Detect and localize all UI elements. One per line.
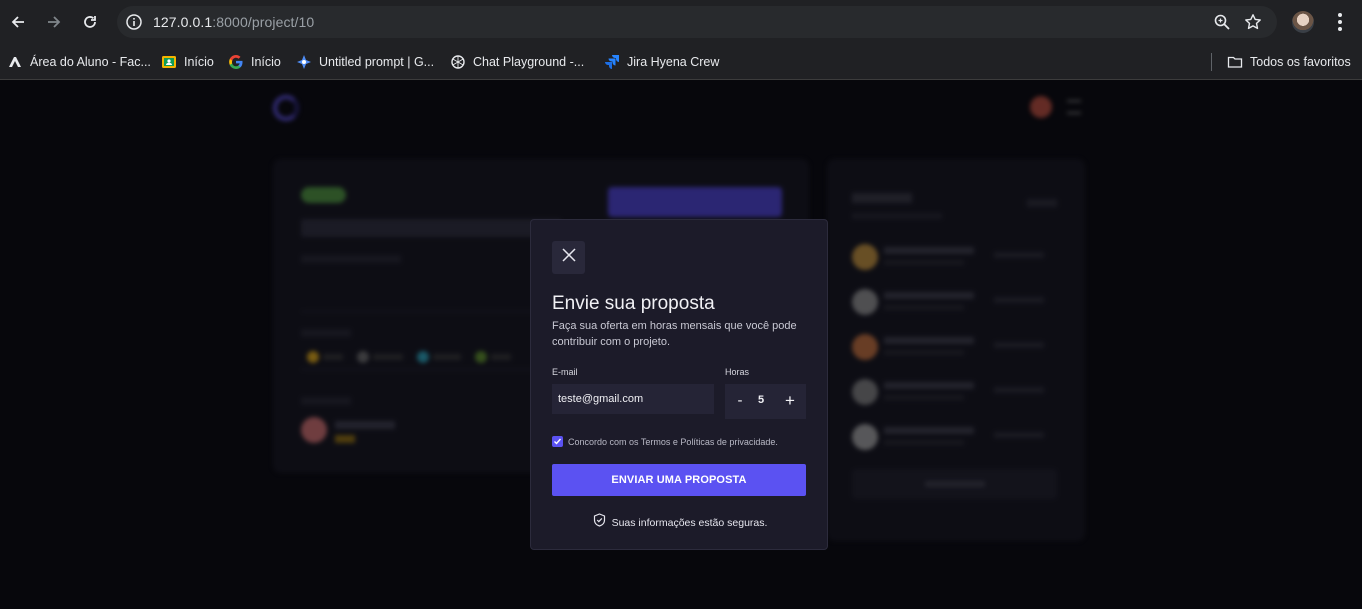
bookmark-ai-studio[interactable]: Untitled prompt | G... xyxy=(296,52,434,72)
ai-studio-icon xyxy=(296,54,312,70)
security-note: Suas informações estão seguras. xyxy=(531,513,829,532)
close-button[interactable] xyxy=(552,241,585,274)
bookmark-chat-playground[interactable]: Chat Playground -... xyxy=(450,52,584,72)
email-label: E-mail xyxy=(552,367,578,377)
modal-title: Envie sua proposta xyxy=(552,293,715,314)
bookmark-label: Área do Aluno - Fac... xyxy=(30,55,151,69)
site-navbar xyxy=(273,95,1087,121)
star-icon[interactable] xyxy=(1244,13,1262,31)
bookmark-label: Chat Playground -... xyxy=(473,55,585,69)
jira-icon xyxy=(604,54,620,70)
bookmark-label: Jira Hyena Crew xyxy=(627,55,720,69)
reload-icon[interactable] xyxy=(77,9,103,35)
label-blur xyxy=(301,329,351,337)
terms-agreement: Concordo com os Termos e Políticas de pr… xyxy=(552,436,778,447)
browser-toolbar: 127.0.0.1:8000/project/10 xyxy=(0,0,1362,44)
user-avatar xyxy=(1030,96,1052,118)
url-text[interactable]: 127.0.0.1:8000/project/10 xyxy=(153,14,314,30)
tech-item xyxy=(417,351,461,363)
back-icon[interactable] xyxy=(5,9,31,35)
check-icon xyxy=(554,438,562,445)
zoom-icon[interactable] xyxy=(1213,13,1231,31)
submit-proposal-button[interactable]: ENVIAR UMA PROPOSTA xyxy=(552,464,806,496)
proposal-row xyxy=(852,334,1062,364)
bookmark-classroom[interactable]: Início xyxy=(161,52,214,72)
url-host: 127.0.0.1 xyxy=(153,14,213,30)
hours-label: Horas xyxy=(725,367,750,377)
project-subtitle-blur xyxy=(301,255,401,263)
terms-checkbox[interactable] xyxy=(552,436,563,447)
background-submit-button xyxy=(608,187,782,217)
hamburger-icon xyxy=(1067,100,1081,114)
classroom-icon xyxy=(161,54,177,70)
bookmark-label: Todos os favoritos xyxy=(1250,55,1351,69)
tech-list xyxy=(307,351,511,363)
tech-item xyxy=(307,351,343,363)
alura-icon xyxy=(7,54,23,70)
terms-label[interactable]: Concordo com os Termos e Políticas de pr… xyxy=(568,437,778,447)
url-path: :8000/project/10 xyxy=(212,14,315,30)
tech-item xyxy=(357,351,403,363)
menu-dots-icon[interactable] xyxy=(1330,11,1350,33)
bookmarks-separator xyxy=(1211,53,1212,71)
proposal-modal: Envie sua proposta Faça sua oferta em ho… xyxy=(530,219,828,550)
google-icon xyxy=(228,54,244,70)
bookmark-label: Início xyxy=(184,55,214,69)
status-badge xyxy=(301,187,347,203)
label-blur xyxy=(301,397,351,405)
address-bar[interactable]: 127.0.0.1:8000/project/10 xyxy=(117,6,1277,38)
hours-stepper: - 5 + xyxy=(725,384,806,419)
bookmarks-bar: Área do Aluno - Fac... Início Início Unt… xyxy=(0,44,1362,80)
proposal-row xyxy=(852,424,1062,454)
owner-name-blur xyxy=(335,421,395,429)
bookmark-all-favorites[interactable]: Todos os favoritos xyxy=(1227,52,1351,72)
site-info-icon[interactable] xyxy=(125,13,143,31)
project-title-blur xyxy=(301,219,561,237)
logo-icon xyxy=(273,95,299,121)
increment-button[interactable]: + xyxy=(781,391,799,411)
openai-icon xyxy=(450,54,466,70)
hours-value[interactable]: 5 xyxy=(751,394,771,406)
forward-icon[interactable] xyxy=(41,9,67,35)
bookmark-label: Untitled prompt | G... xyxy=(319,55,435,69)
proposal-row xyxy=(852,244,1062,274)
profile-avatar[interactable] xyxy=(1292,11,1314,33)
bookmark-jira[interactable]: Jira Hyena Crew xyxy=(604,52,719,72)
tech-item xyxy=(475,351,511,363)
proposals-subtitle-blur xyxy=(852,213,942,219)
bookmark-label: Início xyxy=(251,55,281,69)
proposal-row xyxy=(852,289,1062,319)
owner-avatar xyxy=(301,417,327,443)
proposals-title-blur xyxy=(852,193,912,203)
owner-rating xyxy=(335,435,355,443)
decrement-button[interactable]: - xyxy=(733,392,747,410)
proposals-card xyxy=(827,159,1085,541)
shield-check-icon xyxy=(593,513,606,532)
proposals-count-blur xyxy=(1027,199,1057,207)
bookmark-google[interactable]: Início xyxy=(228,52,281,72)
security-text: Suas informações estão seguras. xyxy=(611,516,768,529)
bookmark-alura[interactable]: Área do Aluno - Fac... xyxy=(7,52,151,72)
folder-icon xyxy=(1227,54,1243,70)
close-icon xyxy=(561,248,576,267)
proposal-row xyxy=(852,379,1062,409)
load-more-button xyxy=(852,469,1057,499)
modal-description: Faça sua oferta em horas mensais que voc… xyxy=(552,320,797,348)
email-field[interactable] xyxy=(552,384,714,414)
